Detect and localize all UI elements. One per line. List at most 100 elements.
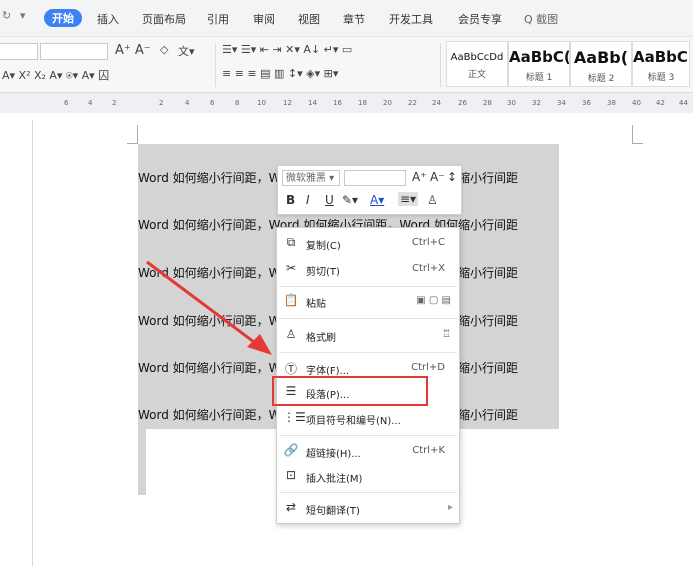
ruler-tick: 36 (582, 99, 591, 107)
menu-item-cut[interactable]: ✂ 剪切(T) Ctrl+X (277, 259, 459, 281)
style-gallery: AaBbCcDd 正文 AaBbC( 标题 1 AaBb( 标题 2 AaBbC… (446, 41, 693, 87)
list-icons[interactable]: ☰▾ ☰▾ ⇤ ⇥ ✕▾ A↓ ↵▾ ▭ (222, 43, 352, 56)
ruler-tick: 6 (64, 99, 69, 107)
font-size-combo[interactable] (40, 43, 108, 60)
menu-separator (279, 352, 457, 353)
menu-item-label: 剪切(T) (306, 267, 340, 278)
ruler[interactable]: 6 4 2 2 4 6 8 10 12 14 16 18 20 22 24 26… (0, 92, 693, 114)
tab-view[interactable]: 视图 (298, 11, 320, 27)
ruler-tick: 20 (383, 99, 392, 107)
ruler-tick: 30 (507, 99, 516, 107)
style-sample: AaBbC( (509, 48, 569, 66)
mini-font-size-field[interactable] (344, 170, 406, 186)
margin-corner-mark (127, 125, 138, 144)
format-painter-icon: ♙ (285, 327, 297, 341)
clear-format-icon[interactable]: ◇ (160, 43, 168, 56)
ruler-tick: 4 (185, 99, 190, 107)
underline-button[interactable]: U (325, 193, 334, 207)
ruler-tick: 8 (235, 99, 240, 107)
grow-font-icon[interactable]: A⁺ A⁻ (115, 43, 151, 58)
format-painter-extra-icon: ♖ (442, 329, 451, 340)
menu-bar: ↻ ▾ 开始 插入 页面布局 引用 审阅 视图 章节 开发工具 会员专享 Q 截… (0, 0, 693, 36)
menu-item-translate[interactable]: ⇄ 短句翻译(T) ▸ (277, 498, 459, 520)
menu-separator (279, 318, 457, 319)
font-name-combo[interactable] (0, 43, 38, 60)
ruler-tick: 34 (557, 99, 566, 107)
ruler-tick: 44 (679, 99, 688, 107)
ruler-tick: 18 (358, 99, 367, 107)
tab-developer[interactable]: 开发工具 (389, 11, 433, 27)
menu-item-label: 插入批注(M) (306, 474, 363, 485)
menu-item-hyperlink[interactable]: 🔗 超链接(H)... Ctrl+K (277, 441, 459, 463)
italic-button[interactable]: I (306, 193, 310, 207)
menu-item-insert-comment[interactable]: ⊡ 插入批注(M) (277, 466, 459, 488)
highlight-icon[interactable]: ✎▾ (342, 193, 358, 207)
style-sample: AaBb( (573, 48, 629, 67)
menu-item-paste[interactable]: 📋 粘贴 ▣ ▢ ▤ (277, 291, 459, 313)
menu-item-bullets-numbering[interactable]: ⋮☰ 项目符号和编号(N)... (277, 408, 459, 430)
menu-item-shortcut: Ctrl+C (411, 237, 445, 248)
menu-item-label: 粘贴 (306, 299, 326, 310)
ruler-tick: 14 (308, 99, 317, 107)
menu-separator (279, 492, 457, 493)
menu-item-label: 格式刷 (306, 333, 336, 344)
font-color-row-icon[interactable]: A▾ X² X₂ A▾ ⍟▾ A▾ 囚 (2, 67, 109, 83)
tab-insert[interactable]: 插入 (97, 11, 119, 27)
ruler-tick: 40 (632, 99, 641, 107)
style-name: 正文 (467, 70, 486, 80)
text-selection-highlight (138, 429, 146, 495)
translate-icon: ⇄ (285, 500, 297, 514)
menu-item-label: 超链接(H)... (306, 449, 361, 460)
mini-format-toolbar: 微软雅黑 ▾ A⁺ A⁻ ↕ B I U ✎▾ A▾ ≡▾ ♙ (277, 165, 462, 215)
bullets-icon: ⋮☰ (283, 410, 306, 424)
ribbon: A⁺ A⁻ ◇ 文▾ A▾ X² X₂ A▾ ⍟▾ A▾ 囚 ☰▾ ☰▾ ⇤ ⇥… (0, 36, 693, 93)
ruler-tick: 32 (532, 99, 541, 107)
shrink-font-icon[interactable]: A⁻ (430, 170, 445, 184)
tab-section[interactable]: 章节 (343, 11, 365, 27)
ribbon-separator (440, 43, 441, 87)
menu-item-label: 复制(C) (306, 241, 341, 252)
dropdown-icon[interactable]: ▾ (20, 9, 26, 22)
phonetic-icon[interactable]: 文▾ (178, 43, 195, 59)
comment-icon: ⊡ (285, 468, 297, 482)
style-normal[interactable]: AaBbCcDd 正文 (446, 41, 508, 87)
style-heading-2[interactable]: AaBb( 标题 2 (570, 41, 632, 87)
style-name: 标题 2 (587, 74, 615, 84)
menu-item-label: 字体(F)... (306, 366, 350, 377)
bold-button[interactable]: B (286, 193, 295, 207)
menu-item-copy[interactable]: ⧉ 复制(C) Ctrl+C (277, 233, 459, 255)
ruler-tick: 10 (257, 99, 266, 107)
scissors-icon: ✂ (285, 261, 297, 275)
menu-item-format-painter[interactable]: ♙ 格式刷 ♖ (277, 325, 459, 347)
ruler-tick: 4 (88, 99, 93, 107)
menu-separator (279, 435, 457, 436)
style-name: 标题 1 (525, 73, 553, 83)
align-icons[interactable]: ≡ ≡ ≡ ▤ ▥ ↕▾ ◈▾ ⊞▾ (222, 67, 338, 80)
line-spacing-icon[interactable]: ↕ (447, 170, 457, 184)
copy-icon: ⧉ (286, 235, 296, 249)
align-icon[interactable]: ≡▾ (398, 192, 419, 206)
highlight-box (272, 376, 428, 406)
tab-page-layout[interactable]: 页面布局 (142, 11, 186, 27)
paste-options-icon[interactable]: ▣ ▢ ▤ (416, 295, 451, 306)
style-heading-1[interactable]: AaBbC( 标题 1 (508, 41, 570, 87)
undo-icon[interactable]: ↻ (2, 9, 11, 22)
mini-font-name: 微软雅黑 (286, 173, 326, 184)
margin-corner-mark (632, 125, 643, 144)
grow-font-icon[interactable]: A⁺ (412, 170, 427, 184)
style-heading-3[interactable]: AaBbC( 标题 3 (632, 41, 690, 87)
search-box[interactable]: Q 截图 (524, 11, 558, 27)
ruler-tick: 26 (458, 99, 467, 107)
menu-item-label: 短句翻译(T) (306, 506, 360, 517)
tab-review[interactable]: 审阅 (253, 11, 275, 27)
format-painter-icon[interactable]: ♙ (427, 193, 438, 207)
font-color-icon[interactable]: A▾ (370, 193, 384, 207)
menu-item-label: 项目符号和编号(N)... (306, 416, 401, 427)
ruler-tick: 16 (333, 99, 342, 107)
menu-separator (279, 286, 457, 287)
mini-font-name-field[interactable]: 微软雅黑 ▾ (282, 170, 340, 186)
tab-references[interactable]: 引用 (207, 11, 229, 27)
tab-member[interactable]: 会员专享 (458, 11, 502, 27)
tab-home[interactable]: 开始 (44, 9, 82, 27)
paste-icon: 📋 (283, 293, 299, 307)
